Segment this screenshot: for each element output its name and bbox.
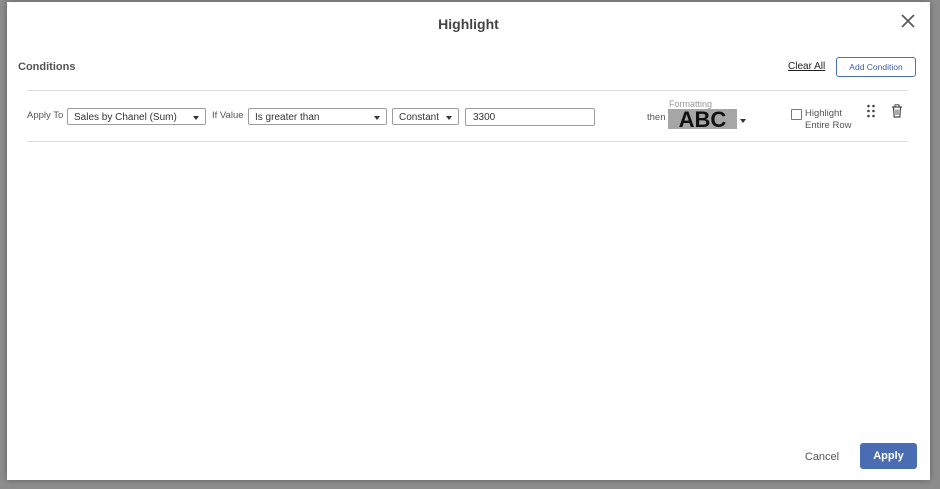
then-label: then [647,112,666,123]
apply-to-dropdown[interactable]: Sales by Chanel (Sum) [67,108,206,125]
trash-icon[interactable] [891,104,903,118]
highlight-label-line2: Entire Row [805,120,852,131]
chevron-down-icon [446,116,452,120]
highlight-entire-row-checkbox[interactable] [791,109,802,120]
if-value-label: If Value [212,110,244,121]
divider-condition [27,141,908,142]
compare-type-value: Constant [399,112,440,123]
highlight-entire-row-label: Highlight Entire Row [805,108,851,132]
cancel-button[interactable]: Cancel [798,446,846,468]
conditions-label: Conditions [18,61,76,73]
highlight-label-line1: Highlight [805,108,842,119]
formatting-preview[interactable]: ABC [668,109,737,129]
divider-top [27,90,908,91]
dialog-title: Highlight [438,16,499,32]
drag-handle-icon[interactable] [866,104,876,118]
operator-dropdown[interactable]: Is greater than [248,108,387,125]
chevron-down-icon [193,116,199,120]
apply-to-label: Apply To [27,110,64,121]
formatting-label: Formatting [669,99,713,109]
compare-type-dropdown[interactable]: Constant [392,108,459,125]
operator-value: Is greater than [255,112,320,123]
formatting-chevron-down-icon[interactable] [740,119,746,123]
value-input[interactable] [465,108,595,126]
close-icon[interactable] [900,13,916,29]
clear-all-link[interactable]: Clear All [788,61,825,72]
apply-to-value: Sales by Chanel (Sum) [74,112,177,123]
chevron-down-icon [374,116,380,120]
add-condition-button[interactable]: Add Condition [836,57,916,77]
apply-button[interactable]: Apply [860,443,917,469]
highlight-dialog: Highlight Conditions Clear All Add Condi… [7,2,930,480]
